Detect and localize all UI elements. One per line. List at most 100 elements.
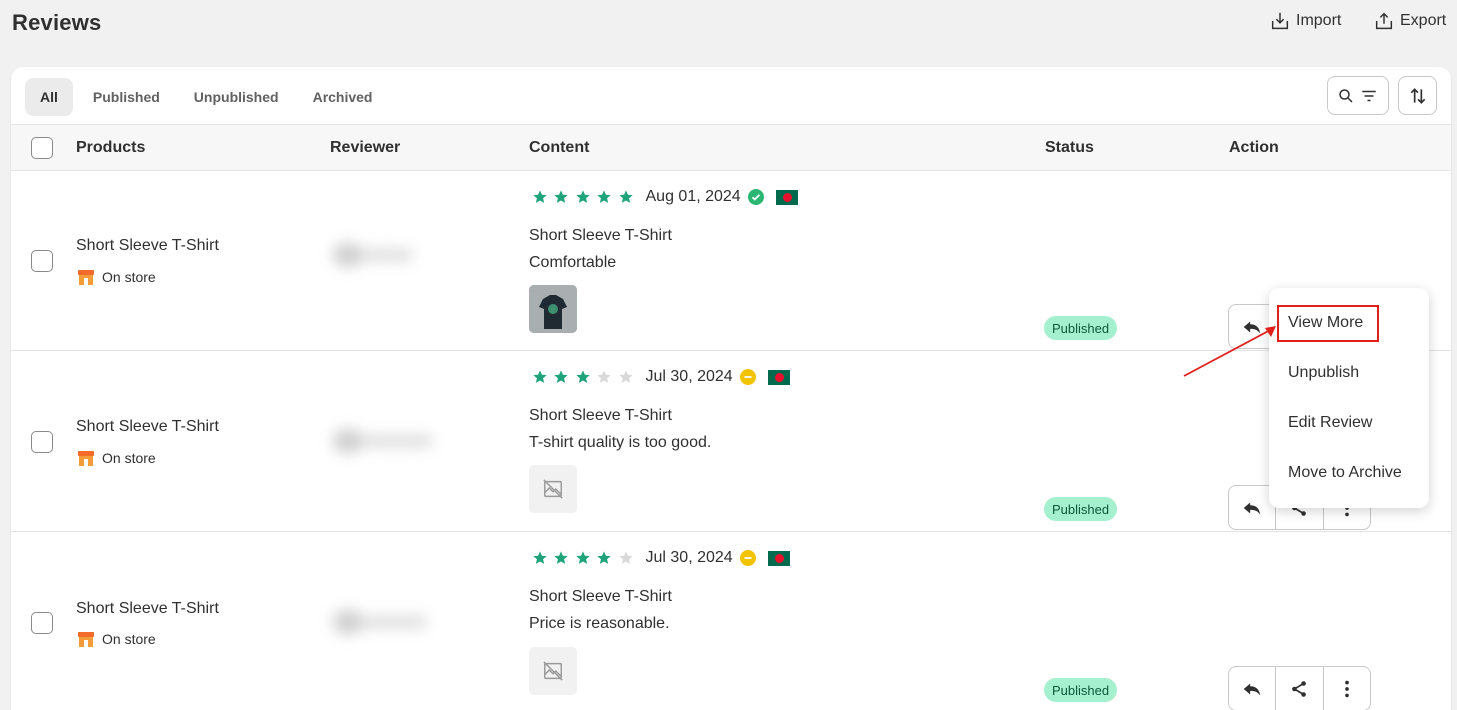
- tab-published[interactable]: Published: [79, 78, 174, 116]
- star-filled-icon: [529, 187, 551, 207]
- export-label: Export: [1400, 12, 1447, 29]
- reviewer-blurred: [319, 413, 454, 469]
- review-text: T-shirt quality is too good.: [529, 434, 712, 451]
- row-actions: [1228, 666, 1371, 710]
- minus-circle-icon: [739, 369, 756, 385]
- store-label: On store: [102, 631, 156, 647]
- reply-button[interactable]: [1229, 667, 1277, 710]
- star-empty-icon: [615, 548, 637, 568]
- annotation-highlight-box: [1277, 305, 1379, 342]
- import-button[interactable]: Import: [1269, 10, 1341, 32]
- sort-button[interactable]: [1398, 76, 1437, 115]
- import-label: Import: [1296, 12, 1342, 29]
- table-row: Short Sleeve T-Shirt On store Jul 30, 20…: [11, 532, 1451, 710]
- rating-line: Jul 30, 2024: [529, 548, 790, 568]
- reviewer-blurred: [319, 227, 429, 283]
- store-label: On store: [102, 450, 156, 466]
- tab-unpublished[interactable]: Unpublished: [180, 78, 293, 116]
- star-filled-icon: [615, 187, 637, 207]
- review-title: Short Sleeve T-Shirt: [529, 588, 672, 605]
- column-reviewer: Reviewer: [330, 139, 401, 156]
- search-filter-button[interactable]: [1327, 76, 1389, 115]
- bangladesh-flag-icon: [767, 550, 790, 566]
- filter-icon: [1362, 90, 1376, 101]
- bangladesh-flag-icon: [775, 189, 798, 205]
- star-filled-icon: [572, 548, 594, 568]
- star-filled-icon: [551, 367, 573, 387]
- column-products: Products: [76, 139, 146, 156]
- export-icon: [1375, 12, 1393, 30]
- row-checkbox[interactable]: [31, 612, 53, 634]
- column-action: Action: [1229, 139, 1279, 156]
- product-name: Short Sleeve T-Shirt: [76, 237, 219, 254]
- check-circle-icon: [747, 189, 764, 205]
- reviewer-blurred: [319, 594, 444, 650]
- image-placeholder-icon: [543, 661, 563, 681]
- store-icon: [78, 451, 94, 466]
- store-source: On store: [76, 629, 156, 649]
- page-title: Reviews: [12, 10, 102, 35]
- star-filled-icon: [529, 548, 551, 568]
- column-status: Status: [1045, 139, 1094, 156]
- star-filled-icon: [529, 367, 551, 387]
- menu-item-edit-review[interactable]: Edit Review: [1288, 414, 1372, 432]
- star-empty-icon: [615, 367, 637, 387]
- share-icon: [1292, 680, 1307, 697]
- store-icon: [78, 270, 94, 285]
- reviews-card: All Published Unpublished Archived Produ…: [11, 67, 1451, 710]
- store-source: On store: [76, 267, 156, 287]
- review-text: Comfortable: [529, 254, 617, 271]
- store-source: On store: [76, 448, 156, 468]
- sort-icon: [1410, 87, 1425, 104]
- review-date: Jul 30, 2024: [645, 368, 733, 385]
- annotation-arrow: [1183, 326, 1276, 377]
- star-rating: [529, 367, 637, 387]
- product-name: Short Sleeve T-Shirt: [76, 418, 219, 435]
- star-filled-icon: [551, 548, 573, 568]
- product-name: Short Sleeve T-Shirt: [76, 600, 219, 617]
- status-tabs: All Published Unpublished Archived: [25, 78, 393, 116]
- star-filled-icon: [551, 187, 573, 207]
- share-button[interactable]: [1276, 667, 1324, 710]
- table-header: Products Reviewer Content Status Action: [11, 124, 1451, 171]
- rating-line: Aug 01, 2024: [529, 187, 798, 207]
- review-photo[interactable]: [529, 285, 577, 333]
- column-content: Content: [529, 139, 590, 156]
- status-badge: Published: [1044, 678, 1118, 702]
- tshirt-photo-icon: [529, 285, 577, 333]
- row-checkbox[interactable]: [31, 250, 53, 272]
- star-empty-icon: [594, 367, 616, 387]
- reply-icon: [1243, 683, 1261, 695]
- more-vertical-icon: [1344, 680, 1349, 697]
- menu-item-move-to-archive[interactable]: Move to Archive: [1288, 464, 1402, 482]
- star-rating: [529, 548, 637, 568]
- star-filled-icon: [594, 187, 616, 207]
- review-media-placeholder[interactable]: [529, 465, 577, 513]
- status-badge: Published: [1044, 497, 1118, 521]
- search-icon: [1339, 88, 1353, 103]
- tab-all[interactable]: All: [25, 78, 73, 116]
- row-checkbox[interactable]: [31, 431, 53, 453]
- menu-item-unpublish[interactable]: Unpublish: [1288, 364, 1359, 382]
- review-title: Short Sleeve T-Shirt: [529, 407, 672, 424]
- star-filled-icon: [594, 548, 616, 568]
- review-media-placeholder[interactable]: [529, 647, 577, 695]
- select-all-checkbox[interactable]: [31, 137, 53, 159]
- image-placeholder-icon: [543, 479, 563, 499]
- star-rating: [529, 187, 637, 207]
- store-label: On store: [102, 269, 156, 285]
- tab-archived[interactable]: Archived: [299, 78, 387, 116]
- export-button[interactable]: Export: [1373, 10, 1446, 32]
- store-icon: [78, 632, 94, 647]
- reply-icon: [1243, 502, 1261, 514]
- review-date: Jul 30, 2024: [645, 549, 733, 566]
- star-filled-icon: [572, 367, 594, 387]
- minus-circle-icon: [739, 550, 756, 566]
- import-icon: [1271, 12, 1289, 30]
- review-title: Short Sleeve T-Shirt: [529, 227, 672, 244]
- star-filled-icon: [572, 187, 594, 207]
- more-button[interactable]: [1324, 667, 1370, 710]
- status-badge: Published: [1044, 316, 1118, 340]
- page-header: Reviews Import Export: [0, 0, 1457, 50]
- review-text: Price is reasonable.: [529, 615, 670, 632]
